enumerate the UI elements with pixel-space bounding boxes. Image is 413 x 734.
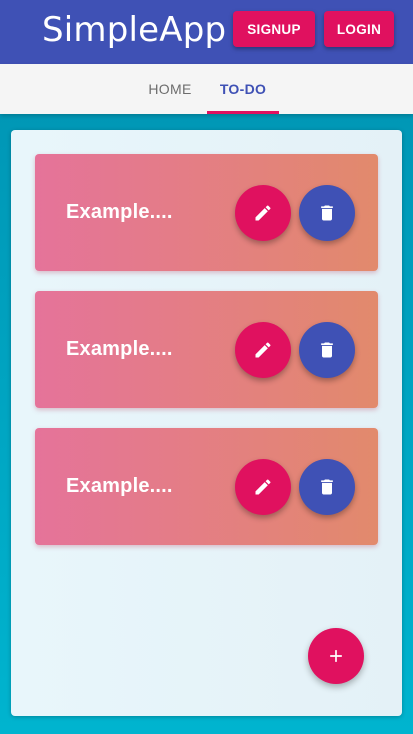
add-todo-button[interactable] (308, 628, 364, 684)
todo-item: Example.... (35, 291, 378, 408)
login-button[interactable]: LOGIN (324, 11, 394, 47)
todo-item: Example.... (35, 154, 378, 271)
pencil-icon (255, 342, 271, 358)
todo-text: Example.... (66, 201, 173, 223)
active-tab-indicator (207, 111, 279, 114)
signup-button[interactable]: SIGNUP (233, 11, 315, 47)
plus-icon (330, 650, 342, 662)
delete-button[interactable] (299, 185, 355, 241)
delete-button[interactable] (299, 322, 355, 378)
pencil-icon (255, 479, 271, 495)
tab-home[interactable]: HOME (136, 64, 204, 114)
trash-icon (321, 205, 333, 221)
todo-text: Example.... (66, 338, 173, 360)
pencil-icon (255, 205, 271, 221)
edit-button[interactable] (235, 322, 291, 378)
delete-button[interactable] (299, 459, 355, 515)
edit-button[interactable] (235, 185, 291, 241)
tab-todo[interactable]: TO-DO (207, 64, 279, 114)
tab-bar: HOME TO-DO (0, 64, 413, 114)
app-title: SimpleApp (42, 10, 227, 50)
todo-text: Example.... (66, 475, 173, 497)
edit-button[interactable] (235, 459, 291, 515)
trash-icon (321, 479, 333, 495)
todo-item: Example.... (35, 428, 378, 545)
trash-icon (321, 342, 333, 358)
app-bar: SimpleApp SIGNUP LOGIN (0, 0, 413, 64)
